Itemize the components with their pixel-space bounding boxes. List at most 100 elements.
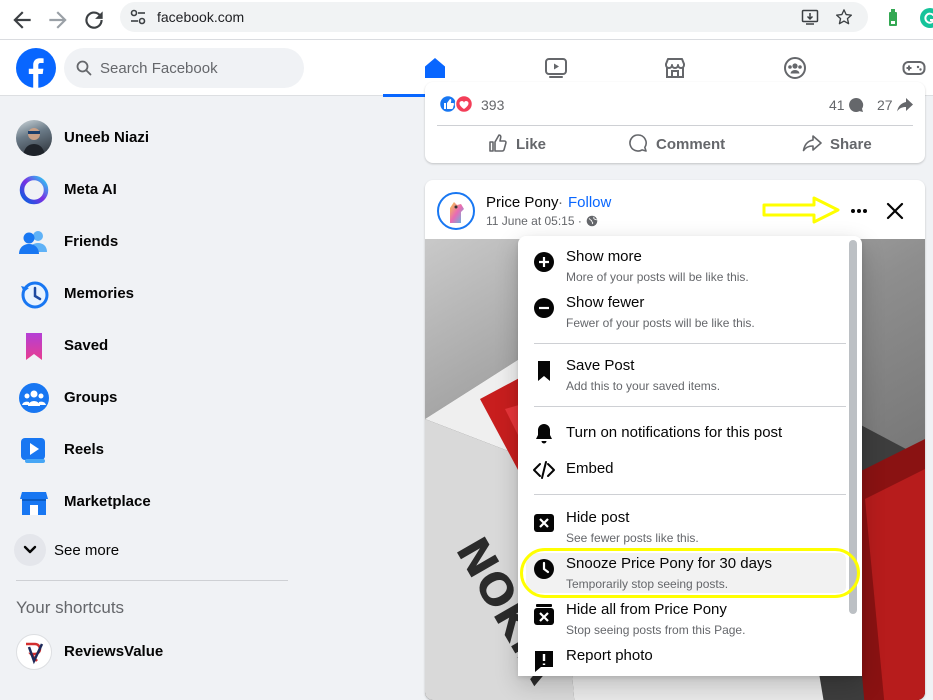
browser-toolbar: facebook.com bbox=[0, 0, 933, 40]
address-bar[interactable]: facebook.com bbox=[120, 2, 868, 32]
extension-icon[interactable] bbox=[886, 8, 900, 28]
home-icon bbox=[425, 58, 445, 78]
menu-item-subtitle: Temporarily stop seeing posts. bbox=[566, 577, 729, 591]
share-arrow-icon bbox=[897, 97, 913, 113]
menu-item-notifications[interactable]: Turn on notifications for this post bbox=[526, 420, 846, 448]
sidebar-item-saved[interactable]: Saved bbox=[8, 320, 292, 372]
reload-icon[interactable] bbox=[81, 7, 107, 33]
sidebar-item-profile[interactable]: Uneeb Niazi bbox=[8, 112, 292, 164]
left-sidebar: Uneeb Niazi Meta AI Friends Memories Sav… bbox=[0, 96, 300, 676]
name-separator: · bbox=[558, 194, 563, 211]
sidebar-item-label: Meta AI bbox=[64, 181, 117, 198]
chevron-down-icon bbox=[14, 534, 46, 566]
sidebar-item-marketplace[interactable]: Marketplace bbox=[8, 476, 292, 528]
menu-item-title: Turn on notifications for this post bbox=[566, 424, 783, 441]
install-app-icon[interactable] bbox=[801, 8, 819, 26]
sidebar-item-groups[interactable]: Groups bbox=[8, 372, 292, 424]
more-options-button[interactable] bbox=[844, 196, 874, 226]
reels-icon bbox=[16, 432, 52, 468]
search-input[interactable]: Search Facebook bbox=[100, 60, 218, 77]
menu-divider bbox=[534, 406, 846, 407]
sidebar-item-reels[interactable]: Reels bbox=[8, 424, 292, 476]
menu-divider bbox=[534, 343, 846, 344]
sidebar-item-meta-ai[interactable]: Meta AI bbox=[8, 164, 292, 216]
reactions-count[interactable]: 393 bbox=[481, 97, 504, 113]
menu-item-report-photo[interactable]: Report photo bbox=[526, 645, 846, 676]
plus-circle-icon bbox=[532, 250, 556, 274]
shares-count[interactable]: 27 bbox=[877, 97, 893, 113]
menu-item-subtitle: Add this to your saved items. bbox=[566, 379, 721, 393]
grammarly-icon[interactable] bbox=[920, 8, 933, 28]
reviewsvalue-logo-icon bbox=[16, 634, 52, 670]
comment-bubble-icon bbox=[848, 97, 864, 113]
marketplace-icon bbox=[16, 484, 52, 520]
menu-item-hide-post[interactable]: Hide post See fewer posts like this. bbox=[526, 507, 846, 547]
like-icon bbox=[489, 134, 507, 152]
sidebar-item-label: Memories bbox=[64, 285, 135, 302]
annotation-arrow-icon bbox=[762, 196, 840, 224]
menu-item-title: Embed bbox=[566, 460, 614, 477]
post-timestamp[interactable]: 11 June at 05:15 · bbox=[486, 214, 582, 228]
comments-count[interactable]: 41 bbox=[829, 97, 845, 113]
groups-icon bbox=[16, 380, 52, 416]
comment-button[interactable]: Comment bbox=[628, 126, 748, 162]
menu-item-show-fewer[interactable]: Show fewer Fewer of your posts will be l… bbox=[526, 292, 846, 332]
groups-icon bbox=[784, 57, 806, 79]
meta-ai-icon bbox=[16, 172, 52, 208]
menu-item-subtitle: See fewer posts like this. bbox=[566, 531, 699, 545]
close-icon bbox=[886, 202, 904, 220]
back-arrow-icon[interactable] bbox=[9, 7, 35, 33]
sidebar-item-label: ReviewsValue bbox=[64, 643, 164, 660]
menu-item-subtitle: More of your posts will be like this. bbox=[566, 270, 749, 284]
like-label: Like bbox=[516, 136, 547, 153]
site-settings-icon[interactable] bbox=[129, 9, 147, 25]
sidebar-item-label: Reels bbox=[64, 441, 105, 458]
memories-icon bbox=[16, 276, 52, 312]
menu-item-title: Show fewer bbox=[566, 294, 645, 311]
globe-icon bbox=[586, 215, 598, 227]
like-button[interactable]: Like bbox=[488, 126, 608, 162]
menu-item-title: Show more bbox=[566, 248, 642, 265]
menu-item-subtitle: Fewer of your posts will be like this. bbox=[566, 316, 755, 330]
menu-item-save-post[interactable]: Save Post Add this to your saved items. bbox=[526, 355, 846, 395]
sidebar-item-label: Uneeb Niazi bbox=[64, 129, 150, 146]
reactions-icon[interactable] bbox=[439, 94, 475, 114]
star-icon[interactable] bbox=[835, 8, 853, 26]
report-icon bbox=[532, 649, 556, 673]
menu-item-show-more[interactable]: Show more More of your posts will be lik… bbox=[526, 246, 846, 286]
menu-item-embed[interactable]: Embed bbox=[526, 456, 846, 484]
forward-arrow-icon[interactable] bbox=[45, 7, 71, 33]
friends-icon bbox=[16, 224, 52, 260]
sidebar-divider bbox=[16, 580, 288, 581]
follow-button[interactable]: Follow bbox=[568, 194, 611, 211]
share-button[interactable]: Share bbox=[802, 126, 912, 162]
comment-icon bbox=[629, 134, 647, 152]
url-text[interactable]: facebook.com bbox=[157, 9, 244, 25]
page-name-link[interactable]: Price Pony bbox=[486, 194, 559, 211]
sidebar-item-label: Marketplace bbox=[64, 493, 151, 510]
facebook-logo-icon[interactable] bbox=[16, 48, 56, 88]
shortcut-item[interactable]: ReviewsValue bbox=[8, 626, 292, 678]
menu-scrollbar[interactable] bbox=[849, 240, 857, 614]
share-label: Share bbox=[830, 136, 872, 153]
marketplace-icon bbox=[665, 58, 685, 78]
menu-item-title: Report photo bbox=[566, 647, 653, 664]
see-more-button[interactable]: See more bbox=[8, 528, 292, 572]
sidebar-item-memories[interactable]: Memories bbox=[8, 268, 292, 320]
sidebar-item-label: Friends bbox=[64, 233, 119, 250]
saved-icon bbox=[16, 328, 52, 364]
shortcuts-heading: Your shortcuts bbox=[16, 598, 125, 617]
menu-item-title: Hide all from Price Pony bbox=[566, 601, 727, 618]
bookmark-icon bbox=[532, 359, 556, 383]
clock-icon bbox=[532, 557, 556, 581]
search-box[interactable]: Search Facebook bbox=[64, 48, 304, 88]
search-icon bbox=[76, 60, 92, 76]
menu-item-title: Save Post bbox=[566, 357, 635, 374]
menu-item-hide-all[interactable]: Hide all from Price Pony Stop seeing pos… bbox=[526, 599, 846, 639]
close-post-button[interactable] bbox=[880, 196, 910, 226]
page-avatar[interactable] bbox=[437, 192, 475, 230]
sidebar-item-friends[interactable]: Friends bbox=[8, 216, 292, 268]
share-icon bbox=[802, 135, 822, 152]
menu-item-snooze[interactable]: Snooze Price Pony for 30 days Temporaril… bbox=[526, 553, 846, 593]
hide-post-icon bbox=[532, 511, 556, 535]
